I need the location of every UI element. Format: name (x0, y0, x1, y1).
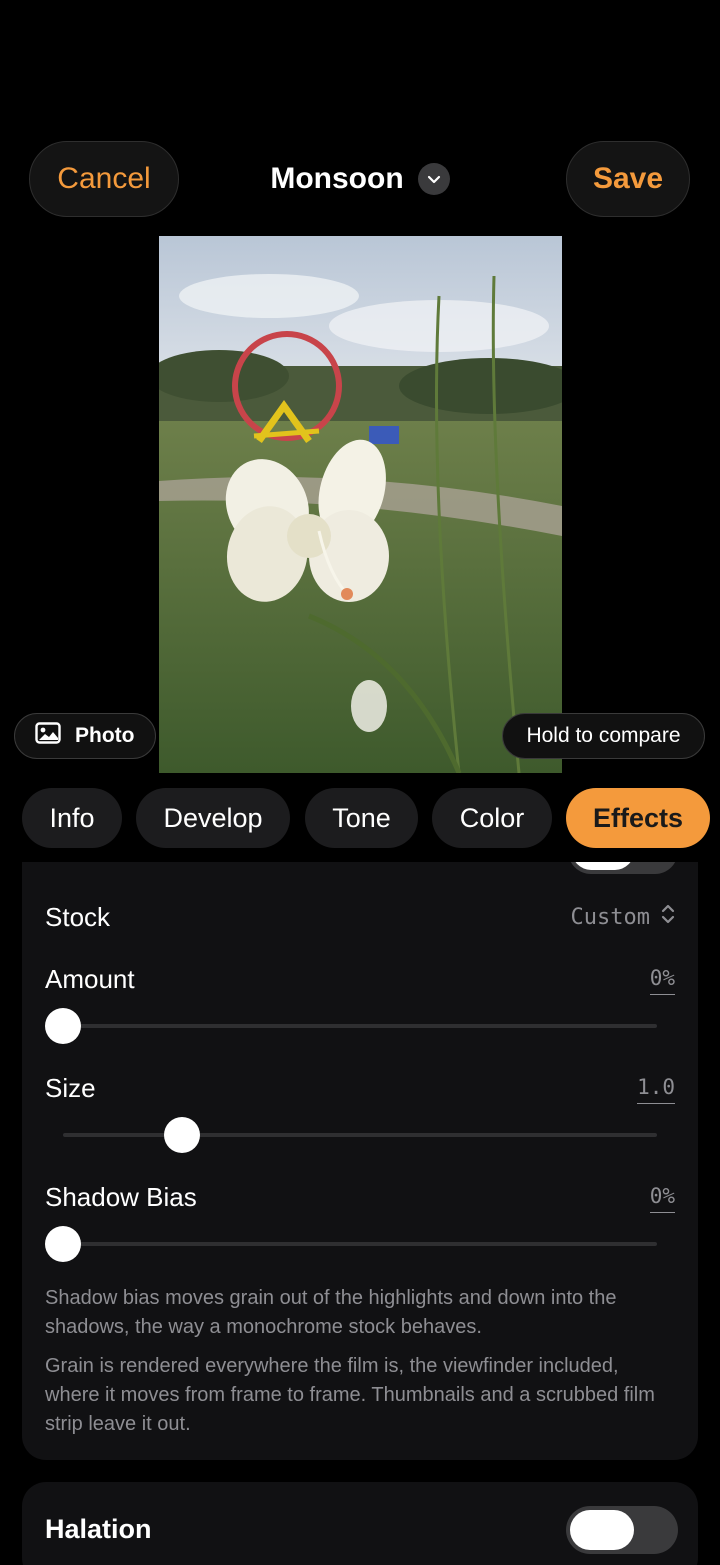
stock-value: Custom (570, 904, 650, 930)
hold-to-compare-button[interactable]: Hold to compare (502, 713, 705, 759)
photo-chip-label: Photo (75, 724, 135, 747)
stock-selector[interactable]: Custom (571, 902, 676, 932)
up-down-chevron-icon (660, 902, 676, 932)
size-label: Size (45, 1073, 96, 1103)
amount-slider-thumb[interactable] (45, 1008, 81, 1044)
adjustment-tabs: Info Develop Tone Color Effects (0, 788, 720, 848)
amount-label: Amount (45, 964, 135, 994)
halation-section: Halation (22, 1482, 698, 1565)
photo-source-button[interactable]: Photo (14, 713, 156, 759)
amount-value[interactable]: 0% (649, 966, 675, 995)
amount-slider[interactable] (45, 1008, 657, 1044)
halation-label: Halation (45, 1514, 152, 1544)
halation-toggle[interactable] (566, 1506, 678, 1554)
toggle-knob (572, 862, 634, 870)
shadow-bias-slider-thumb[interactable] (45, 1226, 81, 1262)
size-slider-thumb[interactable] (164, 1117, 200, 1153)
size-value[interactable]: 1.0 (637, 1075, 675, 1104)
tab-develop[interactable]: Develop (136, 788, 290, 848)
tab-effects[interactable]: Effects (566, 788, 710, 848)
save-button[interactable]: Save (566, 141, 690, 217)
photo-preview[interactable] (159, 236, 562, 773)
tab-info[interactable]: Info (22, 788, 122, 848)
toggle-knob (570, 1510, 634, 1550)
shadow-bias-slider[interactable] (45, 1226, 657, 1262)
preset-title-label: Monsoon (270, 162, 404, 195)
grain-toggle[interactable] (568, 862, 678, 874)
tab-tone[interactable]: Tone (305, 788, 418, 848)
stock-label: Stock (45, 902, 111, 932)
shadow-bias-value[interactable]: 0% (649, 1184, 675, 1213)
shadow-bias-note: Shadow bias moves grain out of the highl… (45, 1287, 617, 1338)
image-icon (35, 722, 61, 750)
chevron-down-icon[interactable] (417, 163, 450, 195)
grain-panel: Stock Custom Amount 0% Size 1.0 Shadow B… (22, 862, 698, 1460)
size-slider[interactable] (63, 1117, 657, 1153)
grain-rendering-note: Grain is rendered everywhere the film is… (45, 1355, 655, 1435)
shadow-bias-label: Shadow Bias (45, 1182, 197, 1212)
tab-color[interactable]: Color (432, 788, 552, 848)
